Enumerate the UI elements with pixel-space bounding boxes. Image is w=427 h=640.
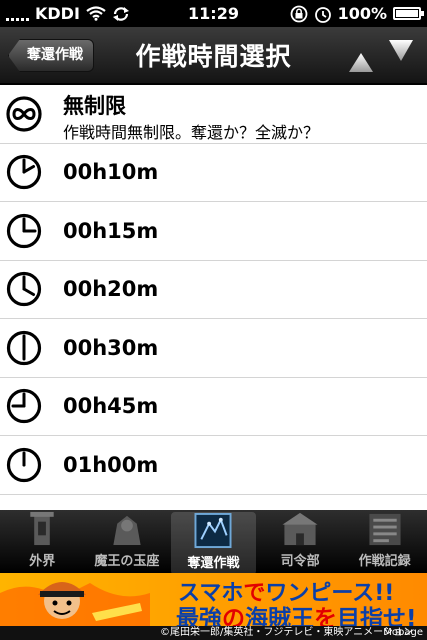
demon-king-icon bbox=[113, 515, 141, 546]
status-bar: KDDI 11:29 100% bbox=[0, 0, 427, 27]
mobage-logo-text: Mobage bbox=[383, 627, 423, 638]
clock-icon bbox=[6, 389, 42, 424]
list-item-00h20m[interactable]: 00h20m bbox=[0, 261, 427, 319]
list-item-00h10m[interactable]: 00h10m bbox=[0, 144, 427, 202]
list-item-label: 00h45m bbox=[63, 394, 159, 419]
list-item-00h45m[interactable]: 00h45m bbox=[0, 378, 427, 436]
ad-banner[interactable]: スマホでワンピース!! 最強の海賊王を目指せ! ©尾田栄一郎/集英社・フジテレビ… bbox=[0, 573, 427, 640]
list-item-00h15m[interactable]: 00h15m bbox=[0, 202, 427, 261]
clock-icon bbox=[6, 272, 42, 307]
list-item-unlimited[interactable]: 無制限 作戦時間無制限。奪還か？全滅か？ bbox=[0, 85, 427, 144]
tab-label: 外界 bbox=[29, 554, 56, 569]
list-item-label: 00h30m bbox=[63, 335, 159, 360]
list-item-label: 00h20m bbox=[63, 277, 159, 302]
tab-bar: 外界 魔王の玉座 奪還作戦 司令部 作戦記録 bbox=[0, 510, 427, 575]
pirate-character-illustration bbox=[0, 582, 150, 633]
tab-demon-throne[interactable]: 魔王の玉座 bbox=[85, 510, 170, 573]
time-option-list: 無制限 作戦時間無制限。奪還か？全滅か？ 00h10m 00h15m 00h20m 0… bbox=[0, 85, 427, 510]
tab-label: 奪還作戦 bbox=[187, 556, 240, 571]
ad-copyright: ©尾田栄一郎/集英社・フジテレビ・東映アニメーション ©NBGI Mobage bbox=[0, 626, 427, 640]
list-item-title: 無制限 bbox=[63, 94, 126, 118]
tab-headquarters[interactable]: 司令部 bbox=[258, 510, 343, 573]
rotation-lock-icon bbox=[290, 5, 307, 22]
list-item-label: 00h10m bbox=[63, 160, 159, 185]
arrow-down-icon[interactable] bbox=[386, 39, 416, 73]
records-icon bbox=[369, 513, 401, 546]
tab-recapture-operation[interactable]: 奪還作戦 bbox=[171, 512, 256, 575]
list-item-01h00m[interactable]: 01h00m bbox=[0, 436, 427, 495]
clock-icon bbox=[6, 155, 42, 190]
list-item-subtitle: 作戦時間無制限。奪還か？全滅か？ bbox=[63, 123, 320, 142]
list-item-label: 01h00m bbox=[63, 452, 159, 477]
headquarters-icon bbox=[282, 512, 318, 546]
tab-operation-records[interactable]: 作戦記録 bbox=[342, 510, 427, 573]
castle-tower-icon bbox=[30, 511, 54, 546]
clock-icon bbox=[6, 330, 42, 365]
battery-percent: 100% bbox=[337, 4, 387, 23]
battle-map-icon bbox=[194, 512, 232, 549]
arrow-up-icon[interactable] bbox=[346, 39, 376, 73]
tab-label: 司令部 bbox=[280, 554, 320, 569]
infinity-icon bbox=[6, 96, 42, 132]
tab-label: 作戦記録 bbox=[358, 554, 411, 569]
tab-outside[interactable]: 外界 bbox=[0, 510, 85, 573]
clock-icon bbox=[6, 447, 42, 482]
tab-label: 魔王の玉座 bbox=[94, 554, 160, 569]
battery-icon bbox=[393, 7, 424, 20]
list-item-00h30m[interactable]: 00h30m bbox=[0, 319, 427, 378]
list-item-label: 00h15m bbox=[63, 218, 159, 243]
clock-icon bbox=[6, 213, 42, 248]
navigation-bar: 奪還作戦 作戦時間選択 bbox=[0, 27, 427, 84]
alarm-icon bbox=[314, 6, 331, 23]
